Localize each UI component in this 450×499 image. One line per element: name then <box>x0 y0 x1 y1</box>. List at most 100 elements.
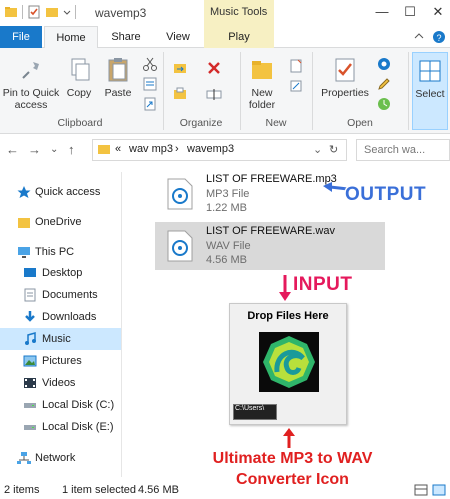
maximize-button[interactable]: ☐ <box>400 2 420 22</box>
nav-item-local-disk-e[interactable]: Local Disk (E:) <box>0 416 121 438</box>
path-text: C:\Users\ <box>235 405 265 412</box>
group-divider <box>408 52 409 130</box>
open-icon[interactable] <box>376 56 392 72</box>
cut-icon[interactable] <box>142 56 158 72</box>
refresh-icon[interactable]: ↻ <box>329 143 338 156</box>
up-arrow-icon[interactable]: ↑ <box>68 142 75 157</box>
new-folder-icon <box>248 56 276 84</box>
selection-size: 4.56 MB <box>138 484 179 496</box>
caption-arrow-icon <box>283 428 295 448</box>
copy-button[interactable]: Copy <box>62 56 96 99</box>
nav-item-documents[interactable]: Documents <box>0 284 121 306</box>
forward-arrow-icon[interactable]: → <box>28 142 41 157</box>
paste-button[interactable]: Paste <box>100 56 136 99</box>
nav-label: Documents <box>42 289 98 301</box>
nav-label: OneDrive <box>35 216 82 228</box>
item-count: 2 items <box>4 484 40 496</box>
nav-item-local-disk-c[interactable]: Local Disk (C:) <box>0 394 121 416</box>
properties-check-icon[interactable] <box>27 5 41 19</box>
move-to-icon[interactable] <box>172 60 188 76</box>
scrollbar[interactable] <box>121 172 122 477</box>
group-divider <box>312 52 313 130</box>
tab-home[interactable]: Home <box>44 26 98 49</box>
new-folder-icon[interactable] <box>45 5 59 19</box>
contextual-tab-group: Music Tools <box>204 0 274 26</box>
pin-to-quick-access-button[interactable]: Pin to Quick access <box>2 56 60 111</box>
dropdown-arrow-icon[interactable] <box>63 5 71 19</box>
address-dropdown-icon[interactable]: ⌄ <box>313 143 322 156</box>
file-type: MP3 File <box>206 188 250 200</box>
nav-item-pictures[interactable]: Pictures <box>0 350 121 372</box>
nav-label: Pictures <box>42 355 82 367</box>
collapse-ribbon-icon[interactable] <box>414 30 424 45</box>
new-item-icon[interactable] <box>288 58 304 74</box>
rename-icon[interactable] <box>206 86 222 102</box>
nav-item-downloads[interactable]: Downloads <box>0 306 121 328</box>
nav-label: Videos <box>42 377 76 389</box>
new-folder-button[interactable]: New folder <box>243 56 281 111</box>
svg-text:?: ? <box>436 33 441 43</box>
easy-access-icon[interactable] <box>288 78 304 94</box>
copy-icon <box>65 56 93 84</box>
converter-logo-icon <box>259 332 319 392</box>
disk-icon <box>23 398 37 412</box>
history-icon[interactable] <box>376 96 392 112</box>
edit-icon[interactable] <box>376 76 392 92</box>
nav-item-videos[interactable]: Videos <box>0 372 121 394</box>
breadcrumb-separator: › <box>175 143 179 155</box>
details-view-icon[interactable] <box>414 483 428 499</box>
desktop-icon <box>23 266 37 280</box>
drop-files-widget[interactable]: Drop Files Here C:\Users\ <box>229 303 347 425</box>
help-icon[interactable]: ? <box>432 30 446 47</box>
selection-count: 1 item selected <box>62 484 136 496</box>
folder-icon <box>17 215 31 229</box>
large-icons-view-icon[interactable] <box>432 483 446 499</box>
close-button[interactable]: ✕ <box>428 2 448 22</box>
back-arrow-icon[interactable]: ← <box>6 142 19 157</box>
paste-shortcut-icon[interactable] <box>142 96 158 112</box>
nav-item-desktop[interactable]: Desktop <box>0 262 121 284</box>
divider <box>75 5 76 19</box>
file-size: 1.22 MB <box>206 202 247 214</box>
star-icon <box>17 185 31 199</box>
audio-file-icon <box>167 178 193 210</box>
file-item-wav[interactable]: LIST OF FREEWARE.wav WAV File 4.56 MB <box>155 222 385 270</box>
group-divider <box>163 52 164 130</box>
new-folder-label-line2: folder <box>248 99 276 111</box>
minimize-button[interactable]: — <box>372 2 392 22</box>
folder-icon[interactable] <box>4 5 18 19</box>
recent-locations-icon[interactable]: ⌄ <box>50 144 58 155</box>
tab-file[interactable]: File <box>0 26 42 48</box>
tab-view[interactable]: View <box>156 26 200 48</box>
delete-icon[interactable] <box>206 60 222 76</box>
nav-item-quick-access[interactable]: Quick access <box>0 181 121 203</box>
breadcrumb-item[interactable]: wav mp3 <box>129 143 173 155</box>
breadcrumb-item[interactable]: wavemp3 <box>187 143 234 155</box>
file-name: LIST OF FREEWARE.mp3 <box>206 173 337 185</box>
nav-label: Network <box>35 452 76 464</box>
group-divider <box>240 52 241 130</box>
pin-icon <box>17 56 45 84</box>
status-bar: 2 items 1 item selected 4.56 MB <box>0 481 450 499</box>
nav-item-onedrive[interactable]: OneDrive <box>0 211 121 233</box>
copy-to-icon[interactable] <box>172 86 188 102</box>
nav-item-this-pc[interactable]: This PC <box>0 241 121 263</box>
copy-path-icon[interactable] <box>142 76 158 92</box>
nav-label: Local Disk (C:) <box>42 399 115 411</box>
pictures-icon <box>23 354 37 368</box>
documents-icon <box>23 288 37 302</box>
properties-button[interactable]: Properties <box>316 56 374 99</box>
tab-share[interactable]: Share <box>104 26 148 48</box>
tab-play[interactable]: Play <box>204 26 274 48</box>
nav-item-network[interactable]: Network <box>0 447 121 469</box>
nav-item-music[interactable]: Music <box>0 328 121 350</box>
search-input[interactable]: Search wa... <box>356 139 450 161</box>
select-button[interactable]: Select <box>412 52 448 130</box>
ribbon-tabs: File Home Share View Play ? <box>0 26 450 49</box>
copy-label: Copy <box>66 87 92 99</box>
input-arrow-icon <box>279 275 291 301</box>
address-bar[interactable]: « wav mp3 › wavemp3 ⌄ ↻ <box>92 139 347 161</box>
file-name: LIST OF FREEWARE.wav <box>206 225 335 237</box>
computer-icon <box>17 245 31 259</box>
breadcrumb-overflow[interactable]: « <box>115 143 121 155</box>
